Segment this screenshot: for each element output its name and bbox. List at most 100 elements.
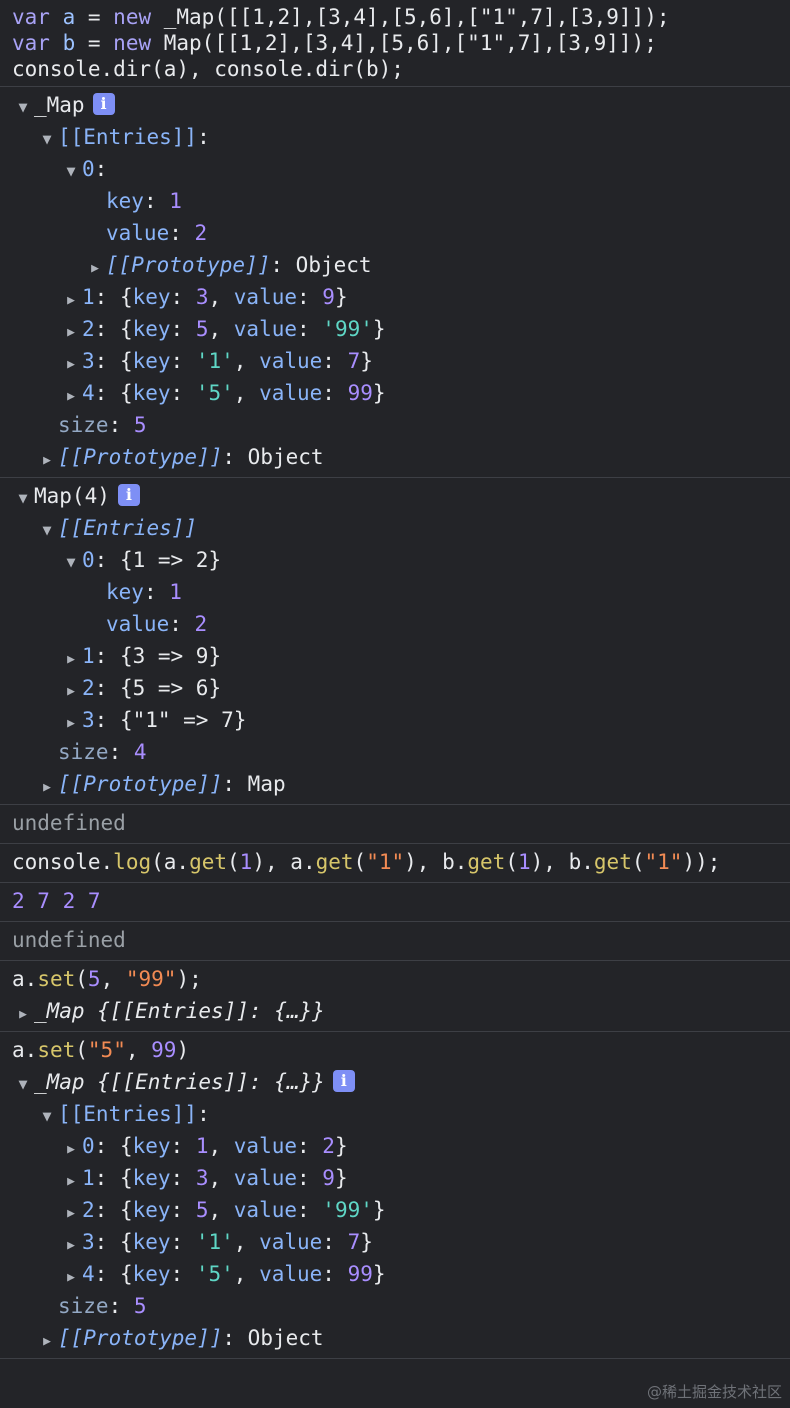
entry-0-row[interactable]: 0:: [0, 153, 790, 185]
method-name: set: [37, 967, 76, 991]
collapse-triangle-icon[interactable]: [60, 379, 82, 413]
collapse-triangle-icon[interactable]: [12, 997, 34, 1031]
collapse-triangle-icon[interactable]: [60, 674, 82, 708]
entry-row[interactable]: 2: {key: 5, value: '99'}: [0, 1194, 790, 1226]
entries-label: [[Entries]]: [58, 1102, 198, 1126]
size-value: 4: [133, 740, 147, 764]
prototype-row[interactable]: [[Prototype]]: Map: [0, 768, 790, 800]
object-summary: {[[Entries]]: {…}}: [97, 1070, 325, 1094]
entry-index: 3: [82, 1230, 95, 1254]
collapse-triangle-icon[interactable]: [60, 1196, 82, 1230]
expand-triangle-icon[interactable]: [12, 91, 34, 123]
collapse-triangle-icon[interactable]: [60, 1228, 82, 1262]
expand-triangle-icon[interactable]: [60, 155, 82, 187]
set2-output-header[interactable]: _Map {[[Entries]]: {…}} i: [0, 1066, 790, 1098]
key-value: 5: [195, 1198, 209, 1222]
info-icon[interactable]: i: [332, 1070, 355, 1092]
value-value: 99: [347, 1262, 373, 1286]
code-rest: Map([[1,2],[3,4],[5,6],["1",7],[3,9]]);: [151, 31, 657, 55]
entry-index: 1: [82, 1166, 95, 1190]
object-title: Map(4): [34, 484, 110, 508]
info-icon[interactable]: i: [92, 93, 115, 115]
key-label: key: [106, 580, 144, 604]
entry-row[interactable]: 0: {key: 1, value: 2}: [0, 1130, 790, 1162]
collapse-triangle-icon[interactable]: [36, 1324, 58, 1358]
prototype-label: [[Prototype]]: [58, 772, 223, 796]
size-value: 5: [133, 413, 147, 437]
collapse-triangle-icon[interactable]: [60, 1132, 82, 1166]
collapse-triangle-icon[interactable]: [84, 251, 106, 285]
entry-index: 0: [82, 548, 95, 572]
entries-row[interactable]: [[Entries]]:: [0, 121, 790, 153]
keyword-new: new: [113, 31, 152, 55]
entries-label: [[Entries]]: [58, 516, 198, 540]
set1-input-line: a.set(5, "99");: [12, 967, 202, 991]
entry-summary: {3 => 9}: [119, 644, 222, 668]
size-label: size: [58, 740, 109, 764]
entry-row[interactable]: 1: {key: 3, value: 9}: [0, 281, 790, 313]
entry-row[interactable]: 3: {key: '1', value: 7}: [0, 1226, 790, 1258]
collapse-triangle-icon[interactable]: [60, 283, 82, 317]
entries-row[interactable]: [[Entries]]: [0, 512, 790, 544]
dir-b-header[interactable]: Map(4) i: [0, 480, 790, 512]
undefined-output-1: undefined: [0, 805, 790, 844]
object-summary: {[[Entries]]: {…}}: [97, 999, 325, 1023]
entry-0-key: key: 1: [106, 189, 182, 213]
collapse-triangle-icon[interactable]: [36, 443, 58, 477]
entry-row[interactable]: 3: {"1" => 7}: [0, 704, 790, 736]
dir-b-output: Map(4) i [[Entries]] 0: {1 => 2} key: 1 v…: [0, 478, 790, 805]
expand-triangle-icon[interactable]: [60, 546, 82, 578]
entry-row[interactable]: 4: {key: '5', value: 99}: [0, 1258, 790, 1290]
object-ref: a: [12, 1038, 25, 1062]
collapse-triangle-icon[interactable]: [60, 1164, 82, 1198]
entry-index: 2: [82, 676, 95, 700]
expand-triangle-icon[interactable]: [12, 1068, 34, 1100]
info-icon[interactable]: i: [117, 484, 140, 506]
entry-0-row[interactable]: 0: {1 => 2}: [0, 544, 790, 576]
collapse-triangle-icon[interactable]: [60, 347, 82, 381]
key-label: key: [106, 189, 144, 213]
arg-1: "5": [87, 1038, 126, 1062]
prototype-label: [[Prototype]]: [58, 445, 223, 469]
keyword-new: new: [113, 5, 152, 29]
expand-triangle-icon[interactable]: [12, 482, 34, 514]
value-value: 9: [322, 1166, 335, 1190]
value-value: '99': [322, 1198, 373, 1222]
key-label: key: [132, 381, 171, 405]
collapse-triangle-icon[interactable]: [60, 315, 82, 349]
key-label: key: [132, 1198, 171, 1222]
entry-row[interactable]: 3: {key: '1', value: 7}: [0, 345, 790, 377]
entry-row[interactable]: 1: {key: 3, value: 9}: [0, 1162, 790, 1194]
entry-index: 2: [82, 317, 95, 341]
prototype-row[interactable]: [[Prototype]]: Object: [0, 1322, 790, 1354]
prototype-row[interactable]: [[Prototype]]: Object: [0, 441, 790, 473]
object-title: _Map: [34, 1070, 85, 1094]
entry-0-prototype[interactable]: [[Prototype]]: Object: [0, 249, 790, 281]
entry-row[interactable]: 4: {key: '5', value: 99}: [0, 377, 790, 409]
expand-triangle-icon[interactable]: [36, 123, 58, 155]
method-name: get: [593, 850, 632, 874]
prototype-value: Object: [247, 1326, 324, 1350]
entry-row[interactable]: 2: {key: 5, value: '99'}: [0, 313, 790, 345]
method-name: set: [37, 1038, 76, 1062]
collapse-triangle-icon[interactable]: [60, 642, 82, 676]
dir-a-header[interactable]: _Map i: [0, 89, 790, 121]
expand-triangle-icon[interactable]: [36, 514, 58, 546]
set1-output-line[interactable]: _Map {[[Entries]]: {…}}: [0, 995, 790, 1027]
key-label: key: [132, 349, 171, 373]
set2-input-line: a.set("5", 99): [12, 1038, 190, 1062]
method-name: log: [113, 850, 152, 874]
entry-row[interactable]: 1: {3 => 9}: [0, 640, 790, 672]
key-value: '1': [195, 1230, 234, 1254]
collapse-triangle-icon[interactable]: [60, 1260, 82, 1294]
collapse-triangle-icon[interactable]: [36, 770, 58, 804]
collapse-triangle-icon[interactable]: [60, 706, 82, 740]
equals: =: [87, 5, 114, 29]
expand-triangle-icon[interactable]: [36, 1100, 58, 1132]
call-arg: 1: [239, 850, 253, 874]
code-rest: _Map([[1,2],[3,4],[5,6],["1",7],[3,9]]);: [151, 5, 670, 29]
prototype-value: Object: [295, 253, 372, 277]
code-line-3: console.dir(a), console.dir(b);: [12, 57, 404, 81]
entries-row[interactable]: [[Entries]]:: [0, 1098, 790, 1130]
entry-row[interactable]: 2: {5 => 6}: [0, 672, 790, 704]
